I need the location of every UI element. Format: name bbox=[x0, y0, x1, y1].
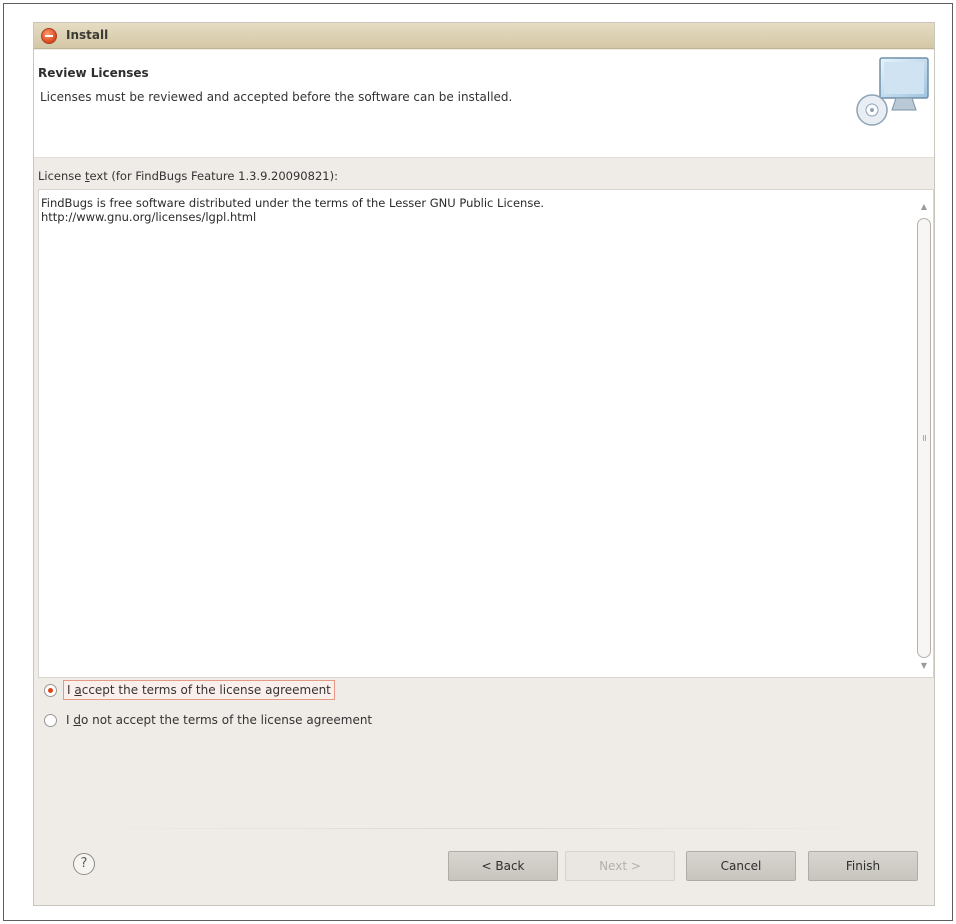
decline-label[interactable]: I do not accept the terms of the license… bbox=[63, 711, 375, 729]
finish-button[interactable]: Finish bbox=[808, 851, 918, 881]
install-dialog: Install Review Licenses Licenses must be… bbox=[33, 22, 935, 906]
scrollbar-thumb[interactable] bbox=[917, 218, 931, 658]
next-button[interactable]: Next > bbox=[565, 851, 675, 881]
accept-radio[interactable] bbox=[44, 683, 57, 697]
window-title: Install bbox=[66, 28, 109, 42]
scroll-up-arrow[interactable]: ▲ bbox=[919, 202, 929, 212]
install-monitor-icon bbox=[856, 57, 929, 126]
scroll-down-arrow[interactable]: ▼ bbox=[919, 661, 929, 671]
page-description: Licenses must be reviewed and accepted b… bbox=[40, 90, 513, 104]
back-button[interactable]: < Back bbox=[448, 851, 558, 881]
help-button[interactable]: ? bbox=[73, 853, 95, 875]
accept-option[interactable]: I accept the terms of the license agreem… bbox=[44, 679, 335, 701]
license-text-label: License text (for FindBugs Feature 1.3.9… bbox=[38, 169, 338, 183]
page-title: Review Licenses bbox=[38, 66, 149, 80]
cancel-button[interactable]: Cancel bbox=[686, 851, 796, 881]
close-icon[interactable] bbox=[41, 28, 57, 44]
license-text-area[interactable]: FindBugs is free software distributed un… bbox=[38, 189, 934, 678]
button-separator bbox=[84, 828, 884, 829]
decline-radio[interactable] bbox=[44, 713, 57, 727]
wizard-header: Review Licenses Licenses must be reviewe… bbox=[34, 50, 934, 158]
decline-option[interactable]: I do not accept the terms of the license… bbox=[44, 709, 375, 731]
title-bar[interactable]: Install bbox=[34, 23, 934, 49]
accept-label[interactable]: I accept the terms of the license agreem… bbox=[63, 680, 335, 700]
license-text: FindBugs is free software distributed un… bbox=[41, 196, 545, 224]
